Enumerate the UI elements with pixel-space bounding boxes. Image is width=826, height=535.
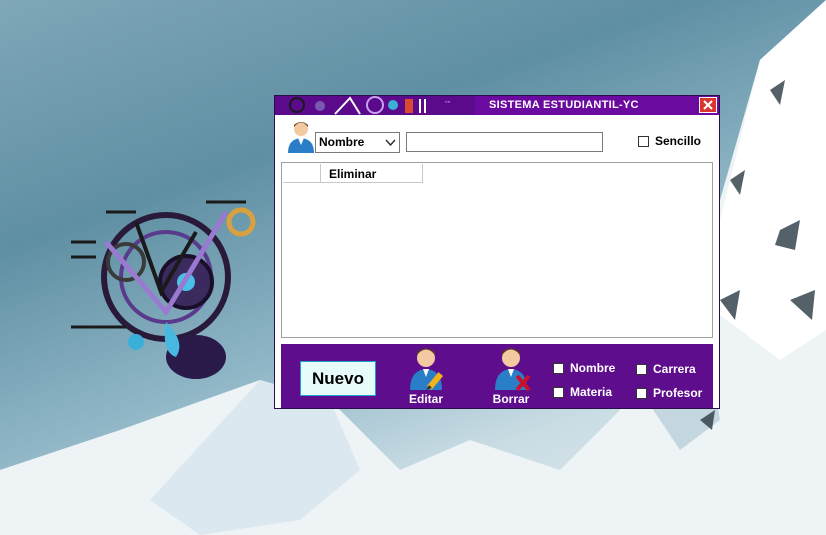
option-profesor-label: Profesor <box>653 386 703 400</box>
app-window: '''' SISTEMA ESTUDIANTIL-YC Nombre Senci… <box>274 95 720 409</box>
grid-row-header <box>283 164 321 183</box>
title-art-banner: '''' <box>275 96 475 115</box>
borrar-label: Borrar <box>492 392 530 406</box>
editar-label: Editar <box>408 392 443 406</box>
filter-select-value: Nombre <box>319 135 365 149</box>
option-materia[interactable]: Materia <box>553 385 612 399</box>
sencillo-label: Sencillo <box>655 134 702 148</box>
edit-user-icon <box>410 348 444 390</box>
option-carrera-checkbox[interactable] <box>636 364 647 376</box>
action-panel: Nuevo Editar Borrar Nombre Materia Carre… <box>281 344 713 408</box>
option-nombre-checkbox[interactable] <box>553 363 564 375</box>
option-carrera-label: Carrera <box>653 362 696 376</box>
option-carrera[interactable]: Carrera <box>636 362 696 376</box>
borrar-button[interactable]: Borrar <box>483 344 539 406</box>
sencillo-checkbox[interactable]: Sencillo <box>638 134 701 148</box>
option-materia-checkbox[interactable] <box>553 387 564 399</box>
results-grid[interactable]: Eliminar <box>281 162 713 338</box>
search-input[interactable] <box>406 132 603 152</box>
svg-text:'''': '''' <box>445 101 450 108</box>
option-materia-label: Materia <box>570 385 613 399</box>
nuevo-button[interactable]: Nuevo <box>300 361 376 396</box>
chevron-down-icon <box>385 139 396 147</box>
option-profesor[interactable]: Profesor <box>636 386 702 400</box>
window-title: SISTEMA ESTUDIANTIL-YC <box>489 99 639 111</box>
filter-select[interactable]: Nombre <box>315 132 400 153</box>
title-bar[interactable]: '''' SISTEMA ESTUDIANTIL-YC <box>275 96 719 115</box>
grid-column-eliminar[interactable]: Eliminar <box>321 164 423 183</box>
close-button[interactable] <box>699 97 717 113</box>
sencillo-checkbox-box[interactable] <box>638 136 649 148</box>
editar-button[interactable]: Editar <box>398 344 454 406</box>
option-profesor-checkbox[interactable] <box>636 388 647 400</box>
option-nombre[interactable]: Nombre <box>553 361 615 375</box>
close-icon <box>703 100 713 110</box>
delete-user-icon <box>495 348 531 392</box>
user-icon <box>288 122 314 153</box>
option-nombre-label: Nombre <box>570 361 616 375</box>
gear-art-logo <box>71 200 256 379</box>
